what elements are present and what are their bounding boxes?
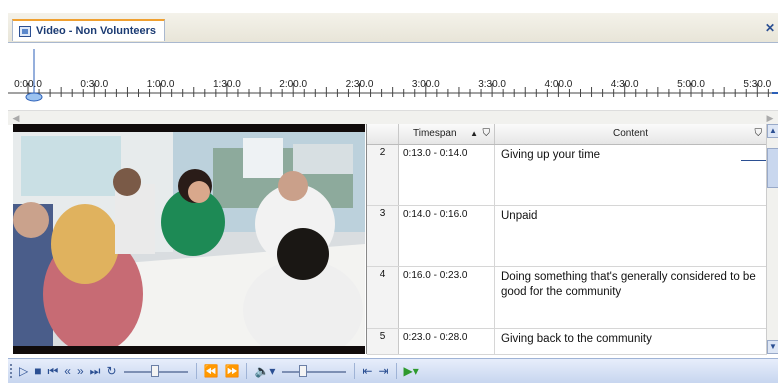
- window-top-margin: [0, 0, 778, 13]
- timeline-tick-label: 1:30.0: [212, 79, 241, 90]
- timeline-tick-label: 3:00.0: [411, 79, 440, 90]
- close-icon[interactable]: ✕: [764, 22, 776, 34]
- play-icon[interactable]: ▷: [19, 363, 28, 379]
- timeline-tick-label: 1:00.0: [146, 79, 175, 90]
- timeline-tick-label: 5:00.0: [677, 79, 705, 90]
- grid-vertical-scrollbar[interactable]: ▲ ▼: [766, 124, 778, 354]
- sort-ascending-icon[interactable]: ▲: [470, 124, 478, 144]
- scroll-left-icon[interactable]: ◀: [10, 112, 22, 124]
- row-number: 3: [367, 206, 399, 266]
- rewind-icon[interactable]: «: [64, 363, 71, 379]
- table-row[interactable]: 3 0:14.0 - 0:16.0 Unpaid: [367, 206, 767, 267]
- filter-icon[interactable]: ⛉: [483, 124, 491, 144]
- transcript-grid[interactable]: Timespan ▲ ⛉ Content ⛉ 2 0:13.0 - 0:14.0…: [366, 124, 778, 355]
- timeline-tick-label: 0:00.0: [14, 79, 42, 90]
- fast-forward-icon[interactable]: »: [77, 363, 84, 379]
- timeline-tick-label: 5:30.0: [743, 79, 772, 90]
- play-options-icon[interactable]: ▶▾: [404, 363, 419, 379]
- video-player[interactable]: [13, 124, 365, 354]
- stop-icon[interactable]: ■: [34, 363, 41, 379]
- merge-left-icon[interactable]: ⇤: [362, 363, 372, 379]
- previous-segment-icon[interactable]: ⏪: [204, 363, 219, 379]
- timeline-tick-label: 2:00.0: [279, 79, 308, 90]
- timeline-tick-label: 2:30.0: [345, 79, 374, 90]
- timeline-tick-label: 4:30.0: [610, 79, 639, 90]
- toolbar-separator: [195, 363, 197, 379]
- timeline-tick-label: 0:30.0: [80, 79, 109, 90]
- row-content[interactable]: Unpaid: [495, 206, 767, 266]
- volume-icon[interactable]: 🔈▾: [254, 363, 275, 379]
- row-content[interactable]: Giving back to the community: [495, 329, 767, 354]
- row-number: 2: [367, 145, 399, 205]
- document-tab-video[interactable]: Video - Non Volunteers: [12, 19, 165, 41]
- row-number-header: [367, 124, 399, 144]
- row-timespan: 0:14.0 - 0:16.0: [399, 206, 495, 266]
- content-column-header[interactable]: Content ⛉: [495, 124, 767, 144]
- timespan-column-header[interactable]: Timespan ▲ ⛉: [399, 124, 495, 144]
- speed-slider-knob[interactable]: [150, 365, 159, 377]
- row-timespan: 0:23.0 - 0:28.0: [399, 329, 495, 354]
- row-content[interactable]: Doing something that's generally conside…: [495, 267, 767, 328]
- table-row[interactable]: 2 0:13.0 - 0:14.0 Giving up your time: [367, 145, 767, 206]
- scroll-up-icon[interactable]: ▲: [767, 124, 778, 138]
- row-timespan: 0:16.0 - 0:23.0: [399, 267, 495, 328]
- row-content[interactable]: Giving up your time: [495, 145, 767, 205]
- speed-slider[interactable]: [123, 363, 188, 379]
- volume-slider-knob[interactable]: [299, 365, 308, 377]
- row-connector-line: [741, 160, 767, 161]
- loop-icon[interactable]: ↻: [106, 363, 116, 379]
- row-number: 4: [367, 267, 399, 328]
- document-tab-strip: Video - Non Volunteers ✕: [8, 13, 778, 43]
- timeline-horizontal-scrollbar[interactable]: ◀ ▶: [8, 110, 778, 125]
- timeline-ticks: [8, 49, 778, 102]
- table-row[interactable]: 4 0:16.0 - 0:23.0 Doing something that's…: [367, 267, 767, 329]
- document-tab-title: Video - Non Volunteers: [36, 25, 156, 37]
- toolbar-separator: [395, 363, 397, 379]
- grid-header: Timespan ▲ ⛉ Content ⛉: [367, 124, 767, 145]
- toolbar-separator: [354, 363, 356, 379]
- go-to-start-icon[interactable]: ⏮: [47, 363, 58, 379]
- row-number: 5: [367, 329, 399, 354]
- content-header-label: Content: [612, 128, 649, 139]
- volume-slider[interactable]: [282, 363, 347, 379]
- scrollbar-thumb[interactable]: [767, 148, 778, 188]
- timespan-header-label: Timespan: [413, 128, 457, 139]
- timeline-tick-label: 4:00.0: [544, 79, 573, 90]
- playback-toolbar: ▷ ■ ⏮ « » ⏭ ↻ ⏪ ⏩ 🔈▾ ⇤ ⇥ ▶▾: [8, 358, 778, 383]
- go-to-end-icon[interactable]: ⏭: [90, 363, 101, 379]
- scroll-down-icon[interactable]: ▼: [767, 340, 778, 354]
- timeline-tick-label: 3:30.0: [478, 79, 506, 90]
- scroll-right-icon[interactable]: ▶: [764, 112, 776, 124]
- volume-slider-track: [282, 371, 347, 373]
- timeline-ruler[interactable]: 0:00.0 0:30.0 1:00.0 1:30.0 2:00.0 2:30.0 3:00…: [8, 43, 778, 109]
- filter-icon[interactable]: ⛉: [755, 124, 763, 144]
- table-row[interactable]: 5 0:23.0 - 0:28.0 Giving back to the com…: [367, 329, 767, 355]
- toolbar-separator: [246, 363, 248, 379]
- row-timespan: 0:13.0 - 0:14.0: [399, 145, 495, 205]
- next-segment-icon[interactable]: ⏩: [225, 363, 240, 379]
- merge-right-icon[interactable]: ⇥: [378, 363, 388, 379]
- video-frame-meeting-scene: [13, 124, 365, 354]
- video-document-icon: [19, 25, 31, 37]
- toolbar-grip[interactable]: [10, 364, 16, 378]
